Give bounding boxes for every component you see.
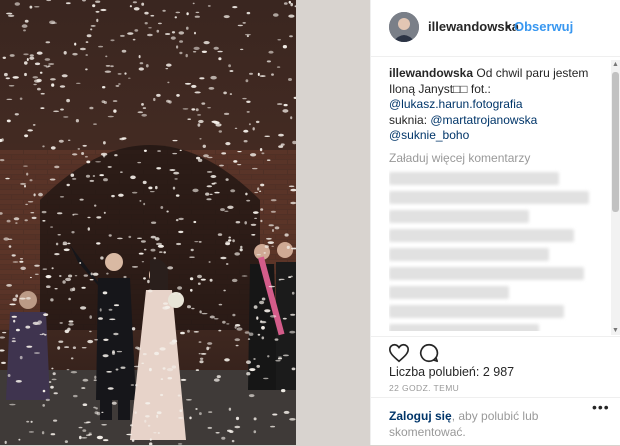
mention-boho-link[interactable]: @suknie_boho <box>389 128 469 142</box>
post-actions: Liczba polubień: 2 987 22 GODZ. TEMU <box>370 336 620 397</box>
more-options-icon[interactable]: ••• <box>592 399 610 415</box>
backdrop <box>296 0 370 445</box>
comments-list: illewandowska Od chwil paru jestem Iloną… <box>389 66 609 331</box>
login-prompt-text: Zaloguj się, aby polubić lub skomentować… <box>389 408 569 440</box>
dress-label: suknia: <box>389 112 431 127</box>
mention-dress-link[interactable]: @martatrojanowska <box>430 113 537 127</box>
blurred-comments <box>389 172 609 331</box>
blurred-comment <box>389 267 584 280</box>
blurred-comment <box>389 229 574 242</box>
login-link[interactable]: Zaloguj się <box>389 409 452 423</box>
scroll-up-arrow-icon[interactable]: ▲ <box>611 60 620 69</box>
blurred-comment <box>389 324 539 331</box>
post-header: illewandowska • Obserwuj <box>371 0 620 57</box>
blurred-comment <box>389 191 589 204</box>
blurred-comment <box>389 248 549 261</box>
follow-button[interactable]: Obserwuj <box>514 19 573 34</box>
blurred-comment <box>389 286 509 299</box>
wedding-photo-image <box>0 0 296 445</box>
avatar[interactable] <box>389 12 419 42</box>
post-timestamp: 22 GODZ. TEMU <box>389 383 460 393</box>
blurred-comment <box>389 210 529 223</box>
comments-scrollbar[interactable]: ▲ ▼ <box>611 60 620 335</box>
like-count[interactable]: Liczba polubień: 2 987 <box>389 365 514 379</box>
caption: illewandowska Od chwil paru jestem Iloną… <box>389 66 609 144</box>
scroll-down-arrow-icon[interactable]: ▼ <box>611 326 620 335</box>
post-photo[interactable] <box>0 0 296 445</box>
like-heart-icon[interactable] <box>388 342 412 366</box>
comment-bubble-icon[interactable] <box>418 342 442 366</box>
mention-photographer-link[interactable]: @lukasz.harun.fotografia <box>389 97 523 111</box>
login-prompt: Zaloguj się, aby polubić lub skomentować… <box>370 397 620 446</box>
load-more-comments-button[interactable]: Załaduj więcej komentarzy <box>389 151 609 167</box>
scroll-thumb[interactable] <box>612 72 619 212</box>
header-separator: • <box>506 19 511 34</box>
blurred-comment <box>389 305 564 318</box>
caption-username-link[interactable]: illewandowska <box>389 66 473 80</box>
blurred-comment <box>389 172 559 185</box>
